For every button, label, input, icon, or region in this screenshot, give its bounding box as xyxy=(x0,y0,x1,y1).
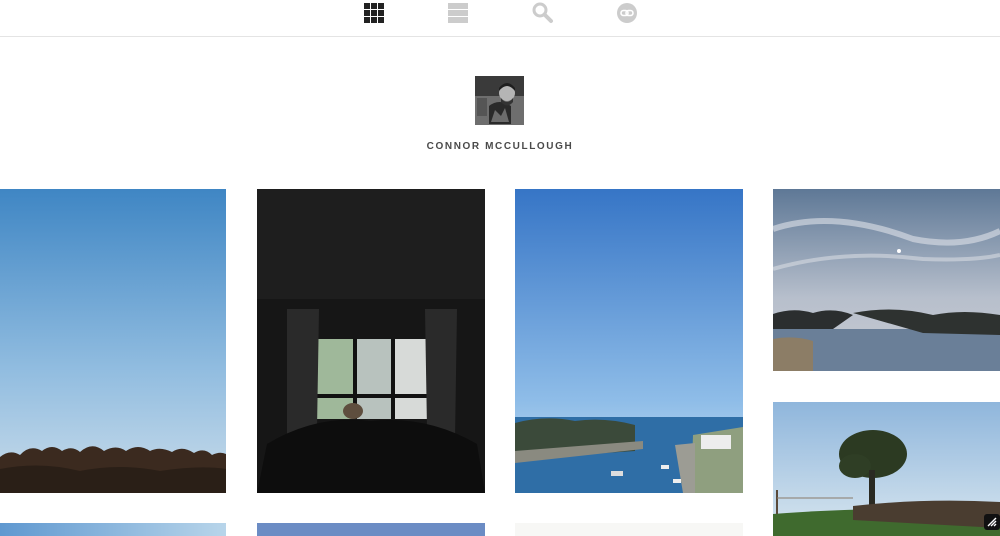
search-button[interactable] xyxy=(532,2,554,24)
avatar-image xyxy=(475,76,524,125)
photo-sky-treeline-image xyxy=(0,189,226,493)
search-icon xyxy=(532,2,553,23)
grid-icon xyxy=(364,3,384,23)
resize-corner-icon[interactable] xyxy=(984,514,1000,530)
photo-row2-3[interactable] xyxy=(515,523,743,536)
photo-sky-treeline[interactable] xyxy=(0,189,226,493)
corner-arrow-icon xyxy=(984,514,1000,530)
profile-username: CONNOR MCCULLOUGH xyxy=(426,141,574,152)
external-link-button[interactable] xyxy=(616,2,638,24)
photo-harbour[interactable] xyxy=(515,189,743,493)
photo-row2-1-image xyxy=(0,523,226,536)
photo-row2-1[interactable] xyxy=(0,523,226,536)
photo-lone-tree-image xyxy=(773,402,1000,536)
photo-row2-3-image xyxy=(515,523,743,536)
link-icon xyxy=(617,3,637,23)
photo-harbour-image xyxy=(515,189,743,493)
photo-dark-window[interactable] xyxy=(257,189,485,493)
grid-view-button[interactable] xyxy=(364,3,386,25)
list-icon xyxy=(448,3,468,23)
top-navigation-bar xyxy=(0,0,1000,37)
photo-coast-dusk[interactable] xyxy=(773,189,1000,371)
list-view-button[interactable] xyxy=(448,3,470,25)
avatar[interactable] xyxy=(475,76,524,125)
photo-dark-window-image xyxy=(257,189,485,493)
photo-row2-2[interactable] xyxy=(257,523,485,536)
photo-row2-2-image xyxy=(257,523,485,536)
photo-lone-tree[interactable] xyxy=(773,402,1000,536)
photo-coast-dusk-image xyxy=(773,189,1000,371)
